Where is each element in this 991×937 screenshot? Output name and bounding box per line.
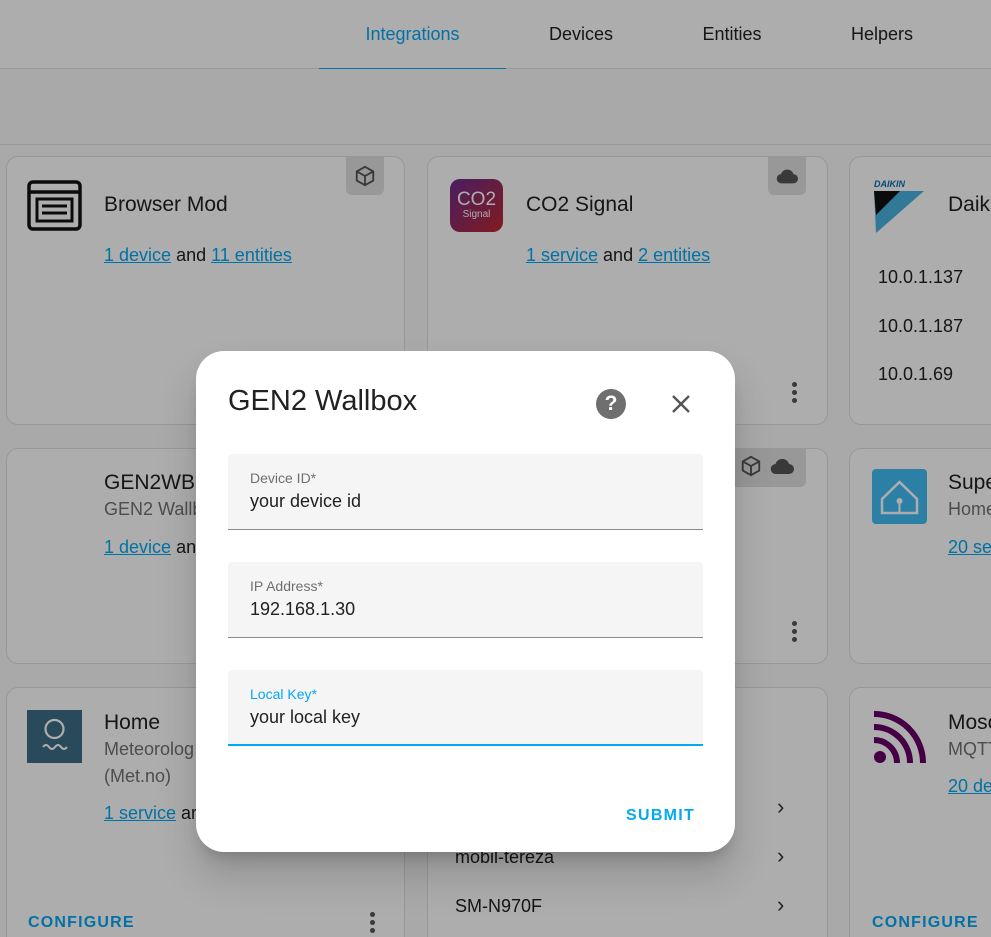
ip-address-label: IP Address*: [250, 578, 323, 594]
ip-address-field[interactable]: IP Address*: [228, 562, 703, 638]
config-flow-dialog: GEN2 Wallbox ? Device ID* IP Address* Lo…: [196, 351, 735, 852]
device-id-label: Device ID*: [250, 470, 317, 486]
device-id-field[interactable]: Device ID*: [228, 454, 703, 530]
local-key-field[interactable]: Local Key*: [228, 670, 703, 746]
close-icon[interactable]: [666, 389, 696, 419]
submit-button[interactable]: SUBMIT: [626, 807, 695, 825]
device-id-input[interactable]: [250, 491, 680, 512]
ip-address-input[interactable]: [250, 599, 680, 620]
dialog-title: GEN2 Wallbox: [228, 385, 418, 417]
local-key-input[interactable]: [250, 707, 680, 728]
local-key-label: Local Key*: [250, 686, 317, 702]
help-icon[interactable]: ?: [596, 389, 626, 419]
